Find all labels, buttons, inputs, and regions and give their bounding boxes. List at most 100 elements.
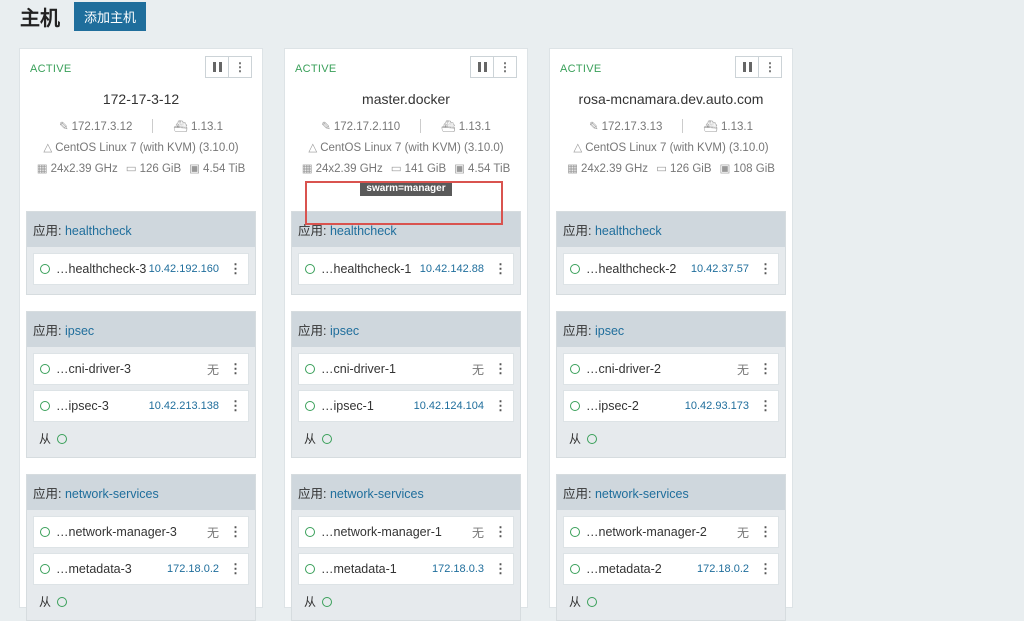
container-row[interactable]: …network-manager-3 无 ⋮ bbox=[33, 516, 249, 548]
container-name[interactable]: …healthcheck-3 bbox=[56, 262, 149, 276]
container-name[interactable]: …metadata-1 bbox=[321, 562, 432, 576]
stack-name-link[interactable]: network-services bbox=[330, 487, 424, 501]
container-name[interactable]: …ipsec-3 bbox=[56, 399, 149, 413]
os-info: △ CentOS Linux 7 (with KVM) (3.10.0) bbox=[573, 142, 769, 154]
container-menu-icon[interactable]: ⋮ bbox=[229, 524, 242, 540]
stack-header: 应用: network-services bbox=[292, 475, 520, 510]
os-info: △ CentOS Linux 7 (with KVM) (3.10.0) bbox=[43, 142, 239, 154]
disk-info: ▣ 4.54 TiB bbox=[189, 163, 246, 175]
status-circle-icon bbox=[305, 527, 315, 537]
stack-name-link[interactable]: healthcheck bbox=[595, 224, 662, 238]
memory-info: ▭ 141 GiB bbox=[390, 163, 447, 175]
container-menu-icon[interactable]: ⋮ bbox=[759, 524, 772, 540]
label-highlight-box bbox=[305, 181, 503, 225]
sidekick-row: 从 bbox=[33, 427, 249, 453]
memory-icon: ▭ bbox=[656, 163, 667, 175]
container-row[interactable]: …metadata-3 172.18.0.2 ⋮ bbox=[33, 553, 249, 585]
stack-name-link[interactable]: network-services bbox=[595, 487, 689, 501]
container-name[interactable]: …ipsec-1 bbox=[321, 399, 414, 413]
container-menu-icon[interactable]: ⋮ bbox=[759, 261, 772, 277]
stack-name-link[interactable]: ipsec bbox=[595, 324, 624, 338]
stack-name-link[interactable]: ipsec bbox=[330, 324, 359, 338]
status-circle-icon[interactable] bbox=[587, 433, 598, 444]
host-name[interactable]: master.docker bbox=[285, 91, 527, 107]
container-row[interactable]: …ipsec-1 10.42.124.104 ⋮ bbox=[298, 390, 514, 422]
stack-group: 应用: ipsec …cni-driver-1 无 ⋮ …ipsec-1 10.42.12… bbox=[291, 311, 521, 458]
container-menu-icon[interactable]: ⋮ bbox=[494, 261, 507, 277]
container-row[interactable]: …healthcheck-2 10.42.37.57 ⋮ bbox=[563, 253, 779, 285]
container-ip: 无 bbox=[736, 362, 749, 377]
host-name[interactable]: 172-17-3-12 bbox=[20, 91, 262, 107]
status-circle-icon[interactable] bbox=[57, 596, 68, 607]
status-circle-icon bbox=[40, 564, 50, 574]
ip-info: ✎ 172.17.3.13 bbox=[589, 121, 663, 133]
container-menu-icon[interactable]: ⋮ bbox=[759, 561, 772, 577]
container-row[interactable]: …healthcheck-1 10.42.142.88 ⋮ bbox=[298, 253, 514, 285]
container-row[interactable]: …metadata-2 172.18.0.2 ⋮ bbox=[563, 553, 779, 585]
container-name[interactable]: …metadata-3 bbox=[56, 562, 167, 576]
docker-info: ⛴ 1.13.1 bbox=[703, 121, 753, 133]
container-name[interactable]: …healthcheck-1 bbox=[321, 262, 420, 276]
stack-header: 应用: healthcheck bbox=[557, 212, 785, 247]
container-menu-icon[interactable]: ⋮ bbox=[494, 398, 507, 414]
container-row[interactable]: …cni-driver-2 无 ⋮ bbox=[563, 353, 779, 385]
container-menu-icon[interactable]: ⋮ bbox=[759, 398, 772, 414]
add-host-button[interactable]: 添加主机 bbox=[74, 1, 147, 31]
stack-name-link[interactable]: network-services bbox=[65, 487, 159, 501]
status-circle-icon bbox=[40, 364, 50, 374]
more-menu-icon[interactable]: ⋮ bbox=[228, 57, 251, 77]
memory-icon: ▭ bbox=[390, 163, 402, 175]
container-row[interactable]: …metadata-1 172.18.0.3 ⋮ bbox=[298, 553, 514, 585]
container-menu-icon[interactable]: ⋮ bbox=[229, 261, 242, 277]
container-menu-icon[interactable]: ⋮ bbox=[494, 361, 507, 377]
container-name[interactable]: …ipsec-2 bbox=[586, 399, 685, 413]
container-name[interactable]: …metadata-2 bbox=[586, 562, 697, 576]
stack-group: 应用: healthcheck …healthcheck-3 10.42.192.1… bbox=[26, 211, 256, 295]
container-row[interactable]: …ipsec-2 10.42.93.173 ⋮ bbox=[563, 390, 779, 422]
pause-icon[interactable] bbox=[736, 57, 758, 77]
stack-name-link[interactable]: ipsec bbox=[65, 324, 94, 338]
container-ip: 10.42.124.104 bbox=[413, 400, 484, 412]
status-circle-icon[interactable] bbox=[57, 433, 68, 444]
pause-icon[interactable] bbox=[471, 57, 493, 77]
container-row[interactable]: …cni-driver-1 无 ⋮ bbox=[298, 353, 514, 385]
more-menu-icon[interactable]: ⋮ bbox=[758, 57, 781, 77]
container-name[interactable]: …cni-driver-1 bbox=[321, 362, 472, 376]
status-circle-icon[interactable] bbox=[322, 433, 333, 444]
stack-name-link[interactable]: healthcheck bbox=[330, 224, 397, 238]
container-row[interactable]: …healthcheck-3 10.42.192.160 ⋮ bbox=[33, 253, 249, 285]
container-ip: 无 bbox=[736, 525, 749, 540]
container-name[interactable]: …cni-driver-3 bbox=[56, 362, 207, 376]
status-circle-icon bbox=[40, 401, 50, 411]
container-row[interactable]: …ipsec-3 10.42.213.138 ⋮ bbox=[33, 390, 249, 422]
host-state: ACTIVE bbox=[30, 63, 72, 75]
host-info-row: ✎ 172.17.3.13 ⛴ 1.13.1 bbox=[550, 119, 792, 133]
status-circle-icon bbox=[305, 401, 315, 411]
stack-body: …healthcheck-2 10.42.37.57 ⋮ bbox=[557, 247, 785, 294]
more-menu-icon[interactable]: ⋮ bbox=[493, 57, 516, 77]
container-menu-icon[interactable]: ⋮ bbox=[229, 561, 242, 577]
container-row[interactable]: …network-manager-2 无 ⋮ bbox=[563, 516, 779, 548]
container-name[interactable]: …network-manager-2 bbox=[586, 525, 737, 539]
container-menu-icon[interactable]: ⋮ bbox=[494, 561, 507, 577]
sidekick-row: 从 bbox=[563, 427, 779, 453]
host-name[interactable]: rosa-mcnamara.dev.auto.com bbox=[550, 91, 792, 107]
status-circle-icon[interactable] bbox=[322, 596, 333, 607]
container-name[interactable]: …cni-driver-2 bbox=[586, 362, 737, 376]
container-name[interactable]: …healthcheck-2 bbox=[586, 262, 691, 276]
status-circle-icon[interactable] bbox=[587, 596, 598, 607]
stack-name-link[interactable]: healthcheck bbox=[65, 224, 132, 238]
pause-icon[interactable] bbox=[206, 57, 228, 77]
linux-icon: △ bbox=[308, 142, 318, 154]
stack-body: …healthcheck-3 10.42.192.160 ⋮ bbox=[27, 247, 255, 294]
container-row[interactable]: …network-manager-1 无 ⋮ bbox=[298, 516, 514, 548]
cpu-icon: ▦ bbox=[301, 163, 313, 175]
container-name[interactable]: …network-manager-3 bbox=[56, 525, 207, 539]
sidekick-row: 从 bbox=[563, 590, 779, 616]
container-row[interactable]: …cni-driver-3 无 ⋮ bbox=[33, 353, 249, 385]
container-menu-icon[interactable]: ⋮ bbox=[229, 398, 242, 414]
container-menu-icon[interactable]: ⋮ bbox=[229, 361, 242, 377]
container-menu-icon[interactable]: ⋮ bbox=[759, 361, 772, 377]
container-name[interactable]: …network-manager-1 bbox=[321, 525, 472, 539]
container-menu-icon[interactable]: ⋮ bbox=[494, 524, 507, 540]
